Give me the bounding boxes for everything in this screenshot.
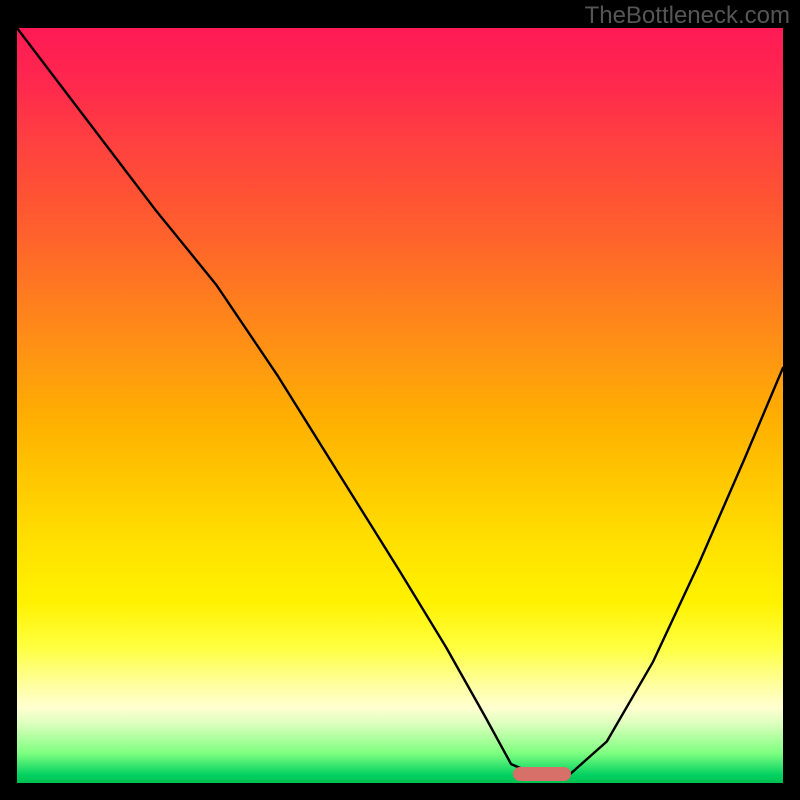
chart-area (17, 28, 783, 783)
optimal-marker (513, 767, 570, 781)
bottleneck-curve (17, 28, 783, 783)
watermark-text: TheBottleneck.com (585, 2, 790, 30)
curve-path (17, 28, 783, 776)
